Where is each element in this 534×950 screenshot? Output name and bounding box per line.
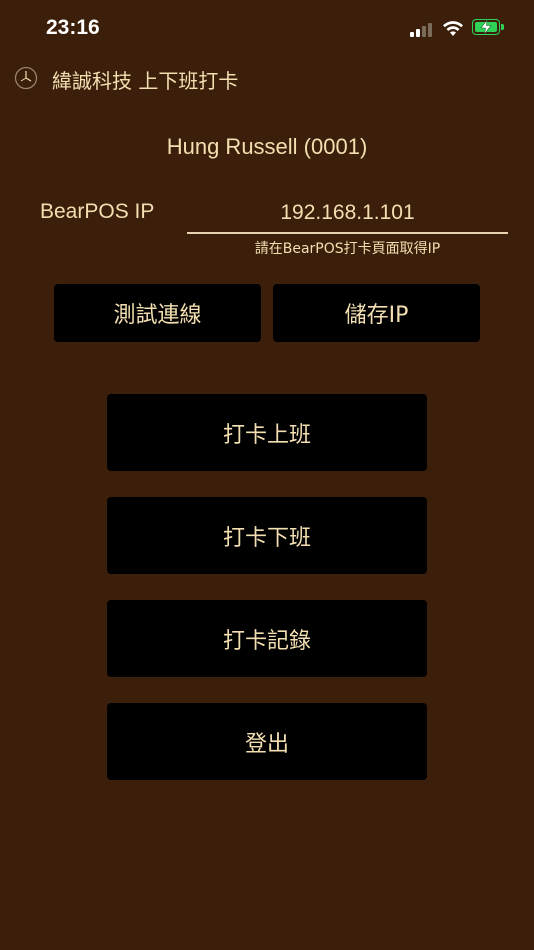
wifi-icon <box>443 21 463 36</box>
logout-label: 登出 <box>244 731 289 757</box>
ip-input[interactable] <box>187 194 508 234</box>
app-header: 緯誠科技 上下班打卡 <box>0 58 534 98</box>
clock-out-button[interactable]: 打卡下班 <box>107 497 427 574</box>
records-label: 打卡記錄 <box>222 628 311 654</box>
app-title: 緯誠科技 上下班打卡 <box>52 69 239 93</box>
charging-bolt-icon <box>480 20 492 34</box>
status-bar: 23:16 <box>0 0 534 56</box>
test-connection-button[interactable]: 測試連線 <box>54 284 261 342</box>
clock-icon <box>14 66 38 90</box>
save-ip-button[interactable]: 儲存IP <box>273 284 480 342</box>
logout-button[interactable]: 登出 <box>107 703 427 780</box>
records-button[interactable]: 打卡記錄 <box>107 600 427 677</box>
test-connection-label: 測試連線 <box>113 303 202 328</box>
ip-hint: 請在BearPOS打卡頁面取得IP <box>254 241 441 257</box>
cellular-signal-icon <box>410 21 434 37</box>
clock-out-label: 打卡下班 <box>222 525 311 551</box>
clock-in-button[interactable]: 打卡上班 <box>107 394 427 471</box>
save-ip-label: 儲存IP <box>344 303 409 328</box>
status-time: 23:16 <box>46 16 100 39</box>
clock-in-label: 打卡上班 <box>222 422 311 448</box>
user-name: Hung Russell (0001) <box>166 134 368 159</box>
battery-charging-icon <box>472 19 506 37</box>
ip-label: BearPOS IP <box>40 200 155 223</box>
